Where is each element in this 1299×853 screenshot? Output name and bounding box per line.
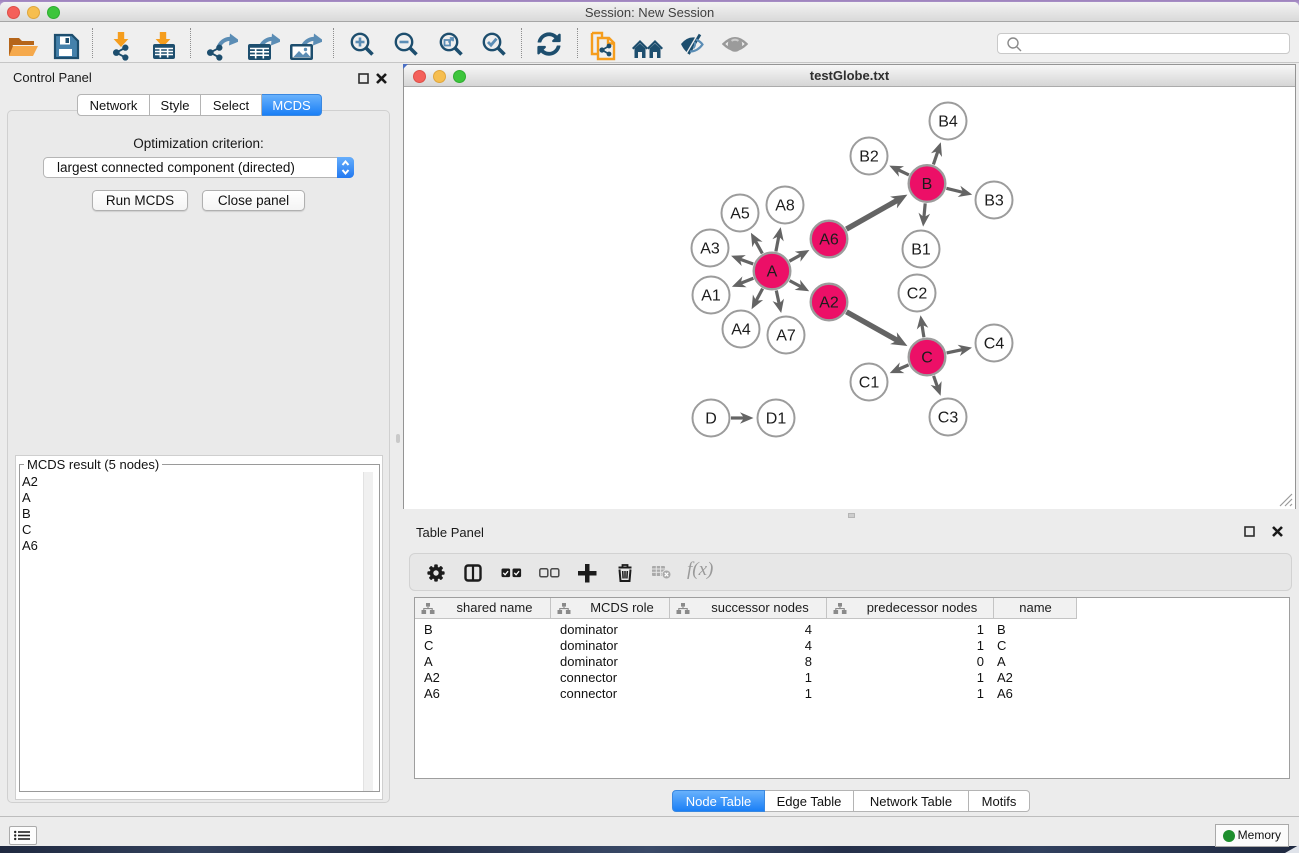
svg-text:D: D [705, 410, 717, 427]
svg-text:A8: A8 [775, 197, 795, 214]
svg-text:C3: C3 [937, 409, 958, 426]
svg-text:B: B [921, 176, 932, 193]
svg-text:A6: A6 [819, 231, 839, 248]
svg-text:C4: C4 [983, 335, 1004, 352]
svg-text:A4: A4 [731, 321, 751, 338]
svg-text:A1: A1 [701, 287, 721, 304]
svg-text:C1: C1 [858, 374, 879, 391]
svg-text:B2: B2 [859, 148, 879, 165]
svg-text:A2: A2 [819, 294, 839, 311]
svg-text:B3: B3 [984, 192, 1004, 209]
svg-text:B1: B1 [911, 241, 931, 258]
svg-text:A5: A5 [730, 205, 750, 222]
svg-text:B4: B4 [938, 113, 958, 130]
svg-text:A: A [766, 263, 777, 280]
svg-text:A3: A3 [700, 240, 720, 257]
svg-text:C2: C2 [906, 285, 927, 302]
svg-text:A7: A7 [776, 327, 796, 344]
svg-text:D1: D1 [765, 410, 786, 427]
svg-text:C: C [921, 349, 933, 366]
